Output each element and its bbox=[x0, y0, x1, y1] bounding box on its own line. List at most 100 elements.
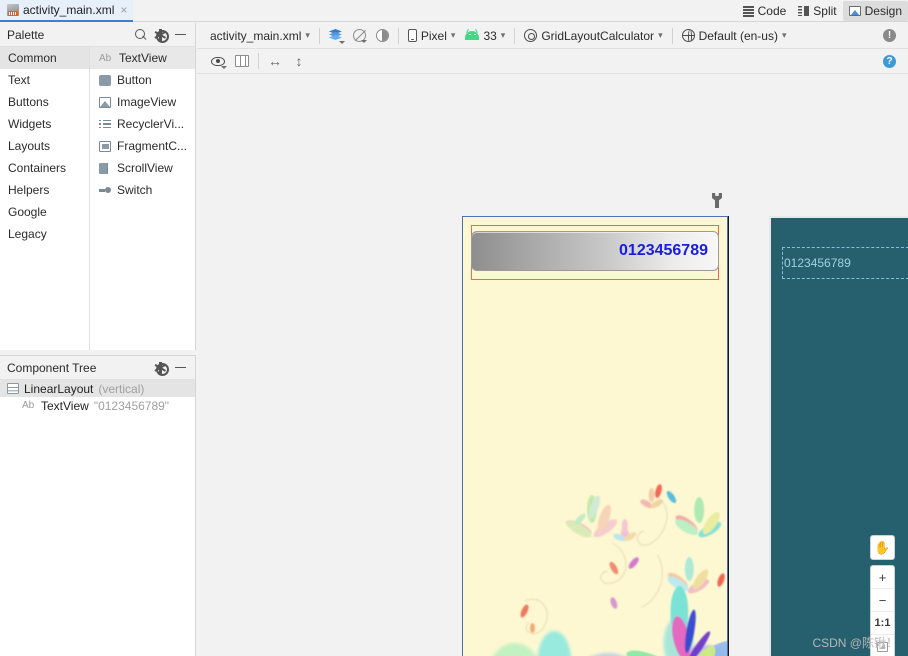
tab-code[interactable]: Code bbox=[737, 1, 793, 21]
design-canvas[interactable]: 0123456789 0123456789 ✋ + − 1:1 CSDN @陈锹… bbox=[197, 75, 908, 656]
design-surface-preview[interactable]: 0123456789 bbox=[462, 216, 728, 656]
eye-icon bbox=[211, 56, 225, 66]
chevron-down-icon: ▾ bbox=[658, 30, 663, 40]
horizontal-resize-icon bbox=[268, 54, 282, 68]
split-view-icon bbox=[798, 6, 810, 16]
help-icon[interactable]: ? bbox=[883, 54, 896, 68]
palette-item-button[interactable]: Button bbox=[90, 69, 195, 91]
palette-category-label: Layouts bbox=[8, 139, 51, 153]
palette-category-layouts[interactable]: Layouts bbox=[0, 135, 89, 157]
watermark-text: CSDN @陈锹！ bbox=[812, 636, 898, 650]
code-lines-icon bbox=[742, 6, 754, 17]
editor-tab-strip: activity_main.xml × Code Split Design bbox=[0, 0, 908, 22]
wallpaper-flowers-decoration bbox=[463, 483, 727, 656]
palette-panel: Palette Common Text Buttons Widgets Layo… bbox=[0, 23, 196, 350]
palette-category-containers[interactable]: Containers bbox=[0, 157, 89, 179]
zoom-in-button[interactable]: + bbox=[871, 566, 894, 589]
palette-category-legacy[interactable]: Legacy bbox=[0, 223, 89, 245]
minimize-icon[interactable] bbox=[175, 362, 186, 373]
api-level-label: 33 bbox=[483, 28, 497, 43]
component-tree-title: Component Tree bbox=[7, 360, 97, 375]
editor-tab-activity-main[interactable]: activity_main.xml × bbox=[0, 0, 134, 22]
palette-category-google[interactable]: Google bbox=[0, 201, 89, 223]
design-view-icon bbox=[848, 6, 861, 16]
palette-header-tools bbox=[135, 28, 195, 43]
toolbar-separator bbox=[318, 27, 320, 44]
view-mode-toggle-group: Code Split Design bbox=[737, 0, 908, 22]
match-width-button[interactable] bbox=[263, 51, 287, 72]
palette-item-scrollview[interactable]: ScrollView bbox=[90, 157, 195, 179]
api-level-selector[interactable]: 33 ▾ bbox=[460, 25, 510, 47]
palette-item-recyclerview[interactable]: RecyclerVi... bbox=[90, 113, 195, 135]
palette-category-label: Legacy bbox=[8, 227, 47, 241]
palette-item-textview[interactable]: Ab TextView bbox=[90, 47, 195, 69]
palette-category-helpers[interactable]: Helpers bbox=[0, 179, 89, 201]
palette-category-widgets[interactable]: Widgets bbox=[0, 113, 89, 135]
palette-item-imageview[interactable]: ImageView bbox=[90, 91, 195, 113]
tree-node-textview[interactable]: Ab TextView "0123456789" bbox=[0, 397, 195, 414]
zoom-out-button[interactable]: − bbox=[871, 589, 894, 612]
palette-item-label: TextView bbox=[119, 51, 167, 65]
scrollview-icon bbox=[99, 162, 111, 174]
match-height-button[interactable] bbox=[287, 51, 311, 72]
chevron-down-icon: ▾ bbox=[305, 30, 310, 40]
gear-icon[interactable] bbox=[154, 28, 169, 43]
actual-size-button[interactable]: 1:1 bbox=[871, 612, 894, 635]
ui-mode-button[interactable] bbox=[371, 25, 394, 47]
palette-item-fragmentcontainer[interactable]: FragmentC... bbox=[90, 135, 195, 157]
theme-selector[interactable]: GridLayoutCalculator ▾ bbox=[519, 25, 667, 47]
orientation-button[interactable] bbox=[348, 25, 371, 47]
layers-icon bbox=[328, 29, 345, 44]
pan-hand-icon[interactable]: ✋ bbox=[870, 535, 895, 560]
view-options-button[interactable] bbox=[206, 51, 230, 72]
warning-icon[interactable]: ! bbox=[883, 29, 896, 42]
tree-node-name: LinearLayout bbox=[24, 381, 94, 396]
wrench-icon[interactable] bbox=[711, 193, 723, 208]
design-editor: activity_main.xml ▾ Pixel ▾ 33 ▾ GridLay… bbox=[197, 23, 908, 656]
toolbar-separator bbox=[671, 27, 673, 44]
palette-header: Palette bbox=[0, 23, 195, 47]
toolbar-separator bbox=[397, 27, 399, 44]
globe-icon bbox=[681, 29, 695, 42]
palette-category-buttons[interactable]: Buttons bbox=[0, 91, 89, 113]
palette-item-label: ImageView bbox=[117, 95, 177, 109]
locale-selector[interactable]: Default (en-us) ▾ bbox=[677, 25, 792, 47]
close-icon[interactable]: × bbox=[120, 4, 127, 16]
palette-category-common[interactable]: Common bbox=[0, 47, 89, 69]
ab-text-icon: Ab bbox=[22, 400, 35, 411]
tree-node-detail: "0123456789" bbox=[93, 398, 170, 413]
palette-category-label: Widgets bbox=[8, 117, 52, 131]
designer-sub-toolbar: ? bbox=[197, 49, 908, 74]
palette-item-switch[interactable]: Switch bbox=[90, 179, 195, 201]
designer-toolbar: activity_main.xml ▾ Pixel ▾ 33 ▾ GridLay… bbox=[197, 23, 908, 49]
columns-icon bbox=[235, 55, 249, 67]
palette-item-label: FragmentC... bbox=[117, 139, 188, 153]
tab-split[interactable]: Split bbox=[792, 1, 842, 21]
file-variant-selector[interactable]: activity_main.xml ▾ bbox=[205, 25, 315, 47]
search-icon[interactable] bbox=[135, 29, 146, 40]
constraints-columns-button[interactable] bbox=[230, 51, 254, 72]
palette-body: Common Text Buttons Widgets Layouts Cont… bbox=[0, 47, 195, 350]
palette-category-label: Helpers bbox=[8, 183, 50, 197]
palette-category-label: Common bbox=[8, 51, 57, 65]
palette-category-text[interactable]: Text bbox=[0, 69, 89, 91]
theme-icon bbox=[524, 29, 538, 42]
tab-design[interactable]: Design bbox=[842, 1, 908, 21]
tab-split-label: Split bbox=[813, 4, 837, 18]
file-variant-label: activity_main.xml bbox=[210, 28, 302, 43]
palette-item-label: Button bbox=[117, 73, 152, 87]
gear-icon[interactable] bbox=[154, 361, 169, 376]
preview-textview[interactable]: 0123456789 bbox=[471, 231, 719, 271]
contrast-icon bbox=[375, 29, 389, 42]
blueprint-textview[interactable]: 0123456789 bbox=[782, 247, 908, 279]
minimize-icon[interactable] bbox=[175, 29, 186, 40]
ab-text-icon: Ab bbox=[99, 52, 112, 64]
chevron-down-icon: ▾ bbox=[450, 30, 456, 40]
palette-category-label: Google bbox=[8, 205, 47, 219]
tree-node-linearlayout[interactable]: LinearLayout (vertical) bbox=[0, 380, 195, 397]
device-selector[interactable]: Pixel ▾ bbox=[403, 25, 461, 47]
component-tree-body: LinearLayout (vertical) Ab TextView "012… bbox=[0, 380, 195, 414]
chevron-down-icon: ▾ bbox=[781, 30, 787, 40]
design-surface-mode-button[interactable] bbox=[324, 25, 348, 47]
tree-node-detail: (vertical) bbox=[98, 381, 145, 396]
